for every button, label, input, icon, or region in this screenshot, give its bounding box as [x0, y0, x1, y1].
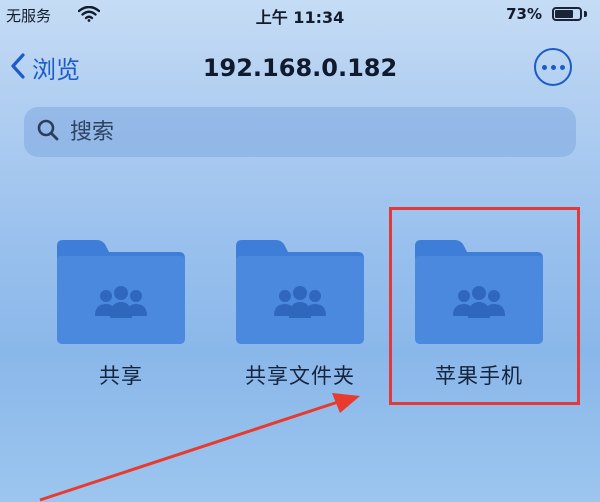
arrow-shaft	[39, 400, 339, 502]
arrow-head	[332, 393, 360, 413]
annotation-arrow	[39, 393, 360, 502]
